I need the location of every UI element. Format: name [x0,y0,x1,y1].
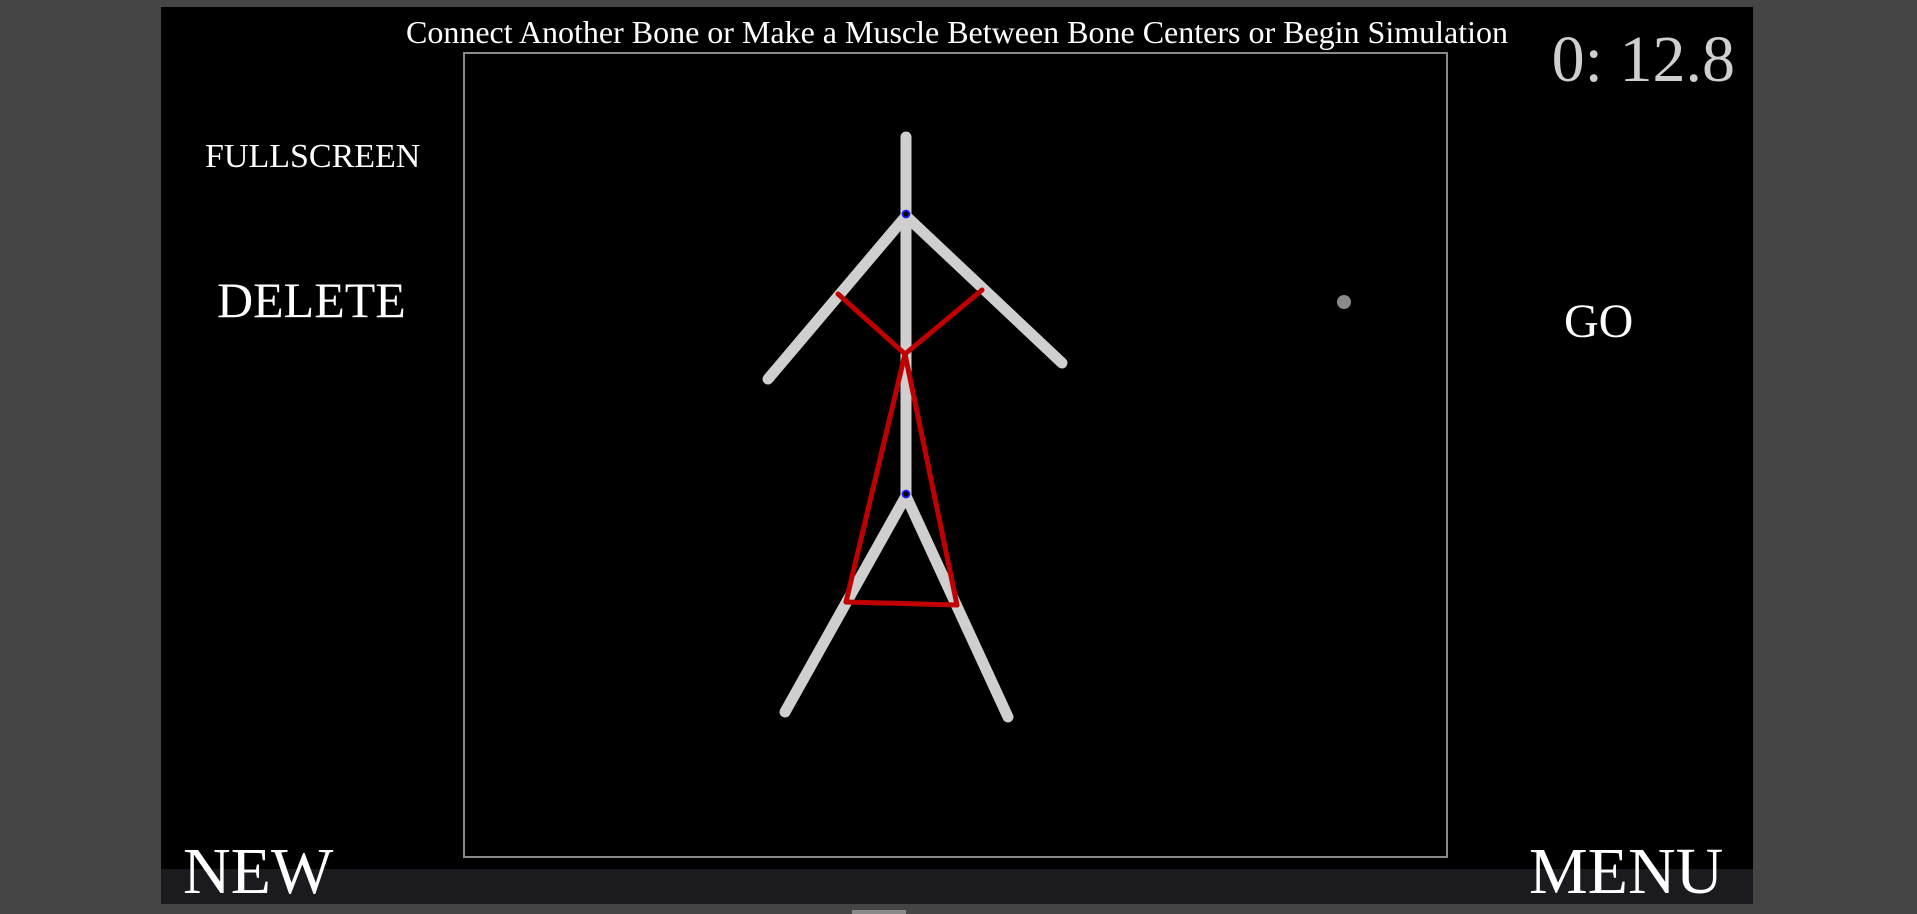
muscle-right-arm[interactable] [902,287,985,357]
scrollbar-thumb[interactable] [852,910,906,914]
creature-scene[interactable] [161,7,1753,904]
bone-left-arm[interactable] [762,210,912,385]
muscle-hip[interactable] [843,599,960,608]
muscle-right-leg[interactable] [902,351,960,608]
muscle-left-arm[interactable] [835,291,908,357]
goal-marker [1337,295,1351,309]
hip-joint[interactable] [901,489,911,499]
shoulder-joint[interactable] [901,209,911,219]
muscle-left-leg[interactable] [843,351,908,605]
game-canvas[interactable]: Connect Another Bone or Make a Muscle Be… [161,7,1753,904]
